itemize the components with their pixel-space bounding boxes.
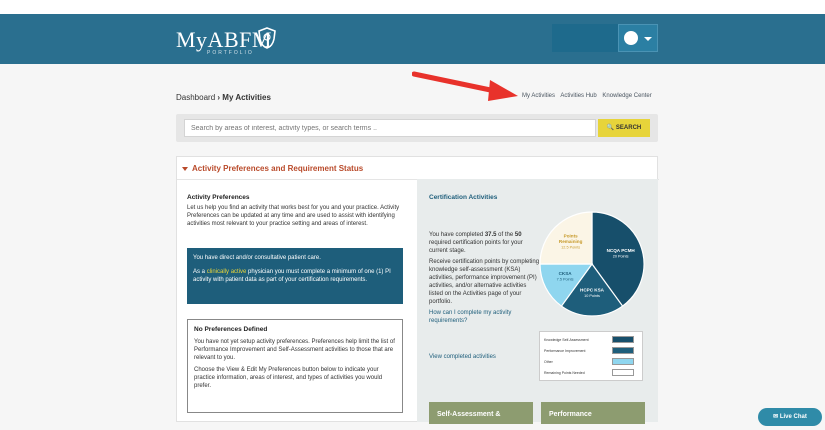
activity-preferences-section: Activity Preferences and Requirement Sta… [176,156,659,424]
caret-down-icon [182,167,188,171]
pie-label-points-remaining-1: Remaining [559,239,583,244]
pie-label-points-remaining-2: 12.5 Points [561,246,580,250]
view-completed-link[interactable]: View completed activities [429,354,496,360]
legend-item-3: Remaining Points Needed [544,371,585,375]
legend-swatch-0 [612,336,634,343]
search-button-label: SEARCH [615,125,642,131]
legend-item-2: Other [544,360,553,364]
search-bar: 🔍 SEARCH [176,114,658,142]
no-preferences-title: No Preferences Defined [194,326,268,333]
breadcrumb: Dashboard › My Activities [176,93,271,102]
no-preferences-p2: Choose the View & Edit My Preferences bu… [194,367,383,389]
patient-care-notice: You have direct and/or consultative pati… [187,248,403,304]
self-assessment-button[interactable]: Self-Assessment & [429,402,533,424]
section-header[interactable]: Activity Preferences and Requirement Sta… [177,157,659,180]
link-activities-hub[interactable]: Activities Hub [560,93,596,99]
pie-label-ncqa-pcmh-1: 20 Points [613,255,629,259]
user-name-box [552,24,618,52]
cert-p1: You have completed 37.5 of the 50 requir… [429,232,523,254]
pie-label-ncqa-pcmh-0: NCQA PCMH [607,248,636,253]
chart-legend: Knowledge Self-Assessment Performance Imp… [539,331,643,381]
no-preferences-box: No Preferences Defined You have not yet … [187,319,403,413]
how-complete-link[interactable]: How can I complete my activity requireme… [429,309,541,325]
pie-label-hcpc-ksa-0: HCPC KSA [580,288,605,293]
breadcrumb-dashboard[interactable]: Dashboard [176,93,215,102]
browser-top-band [0,0,825,14]
top-links: My Activities Activities Hub Knowledge C… [522,93,656,99]
certification-text: You have completed 37.5 of the 50 requir… [429,231,541,328]
logo-subtext: PORTFOLIO [207,50,254,56]
preferences-text: Let us help you find an activity that wo… [187,205,400,227]
chat-icon: ✉ [773,414,779,420]
link-knowledge-center[interactable]: Knowledge Center [602,93,651,99]
pie-label-hcpc-ksa-1: 10 Points [584,294,600,298]
chevron-down-icon [644,37,652,41]
points-pie-chart: NCQA PCMH 20 Points HCPC KSA10 Points CKSA 7… [539,211,645,317]
search-icon: 🔍 [606,125,615,131]
live-chat-button[interactable]: ✉ Live Chat [758,408,822,426]
clinically-active-link[interactable]: clinically active [207,269,247,275]
preferences-title: Activity Preferences [187,194,250,201]
search-input[interactable] [184,119,596,137]
notice-line1: You have direct and/or consultative pati… [193,255,321,261]
user-icon [624,31,638,45]
breadcrumb-separator: › [217,93,221,102]
legend-swatch-2 [612,358,634,365]
legend-swatch-3 [612,369,634,376]
breadcrumb-current: My Activities [222,93,271,102]
legend-swatch-1 [612,347,634,354]
pie-label-points-remaining-0: Points [564,234,578,239]
site-header [0,14,825,64]
performance-button[interactable]: Performance [541,402,645,424]
legend-item-0: Knowledge Self-Assessment [544,338,589,342]
section-title: Activity Preferences and Requirement Sta… [192,164,364,173]
annotation-arrow-icon [412,71,518,101]
notice-line2: As a clinically active physician you mus… [193,269,391,283]
link-my-activities[interactable]: My Activities [522,93,555,99]
certification-title: Certification Activities [429,194,498,201]
pie-label-cksa-1: 7.5 Points [557,278,574,282]
user-menu-button[interactable] [618,24,658,52]
shield-icon [258,27,276,49]
live-chat-label: Live Chat [779,414,807,420]
no-preferences-p1: You have not yet setup activity preferen… [194,339,395,361]
pie-label-cksa-0: CKSA [559,271,573,276]
cert-p2: Receive certification points by completi… [429,259,540,305]
search-button[interactable]: 🔍 SEARCH [598,119,650,137]
certification-panel: Certification Activities You have comple… [417,179,658,424]
legend-item-1: Performance Improvement [544,349,586,353]
